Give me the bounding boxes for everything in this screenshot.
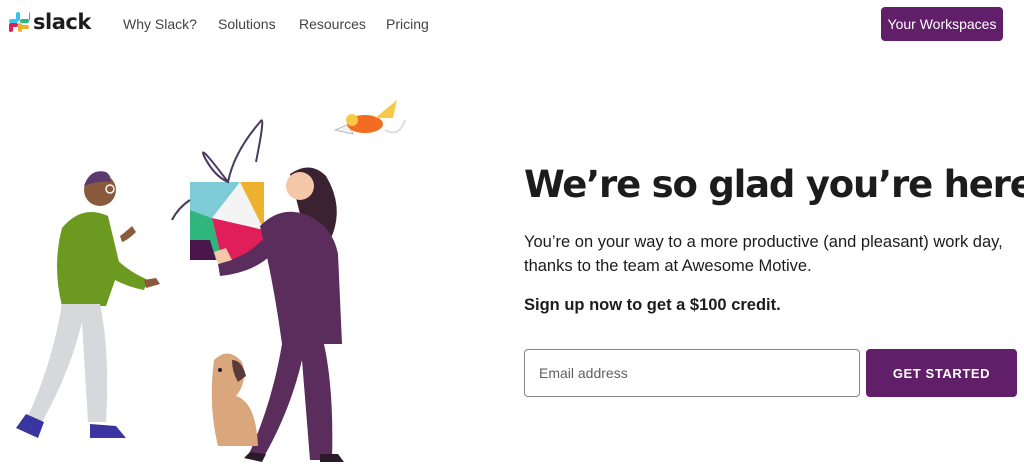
logo-wordmark: slack	[33, 10, 91, 34]
hero-subtext: You’re on your way to a more productive …	[524, 233, 1003, 275]
credit-offer-text: Sign up now to get a $100 credit.	[524, 296, 781, 314]
your-workspaces-button[interactable]: Your Workspaces	[881, 7, 1003, 41]
hero-illustration	[16, 100, 406, 462]
gift-box	[171, 119, 264, 260]
slack-logo-icon	[9, 12, 30, 32]
nav-link-solutions[interactable]: Solutions	[218, 15, 276, 33]
email-address-input[interactable]	[524, 349, 860, 397]
nav-link-resources[interactable]: Resources	[299, 15, 366, 33]
slack-logo[interactable]: slack	[8, 11, 91, 33]
person-green-sweater	[16, 171, 160, 438]
nav-link-why-slack[interactable]: Why Slack?	[123, 15, 197, 33]
dog	[211, 353, 258, 446]
get-started-button[interactable]: GET STARTED	[866, 349, 1017, 397]
top-navigation: slack Why Slack? Solutions Resources Pri…	[0, 0, 1024, 48]
page-headline: We’re so glad you’re here.	[524, 163, 1024, 206]
nav-link-pricing[interactable]: Pricing	[386, 15, 429, 33]
bird-icon	[333, 100, 406, 135]
